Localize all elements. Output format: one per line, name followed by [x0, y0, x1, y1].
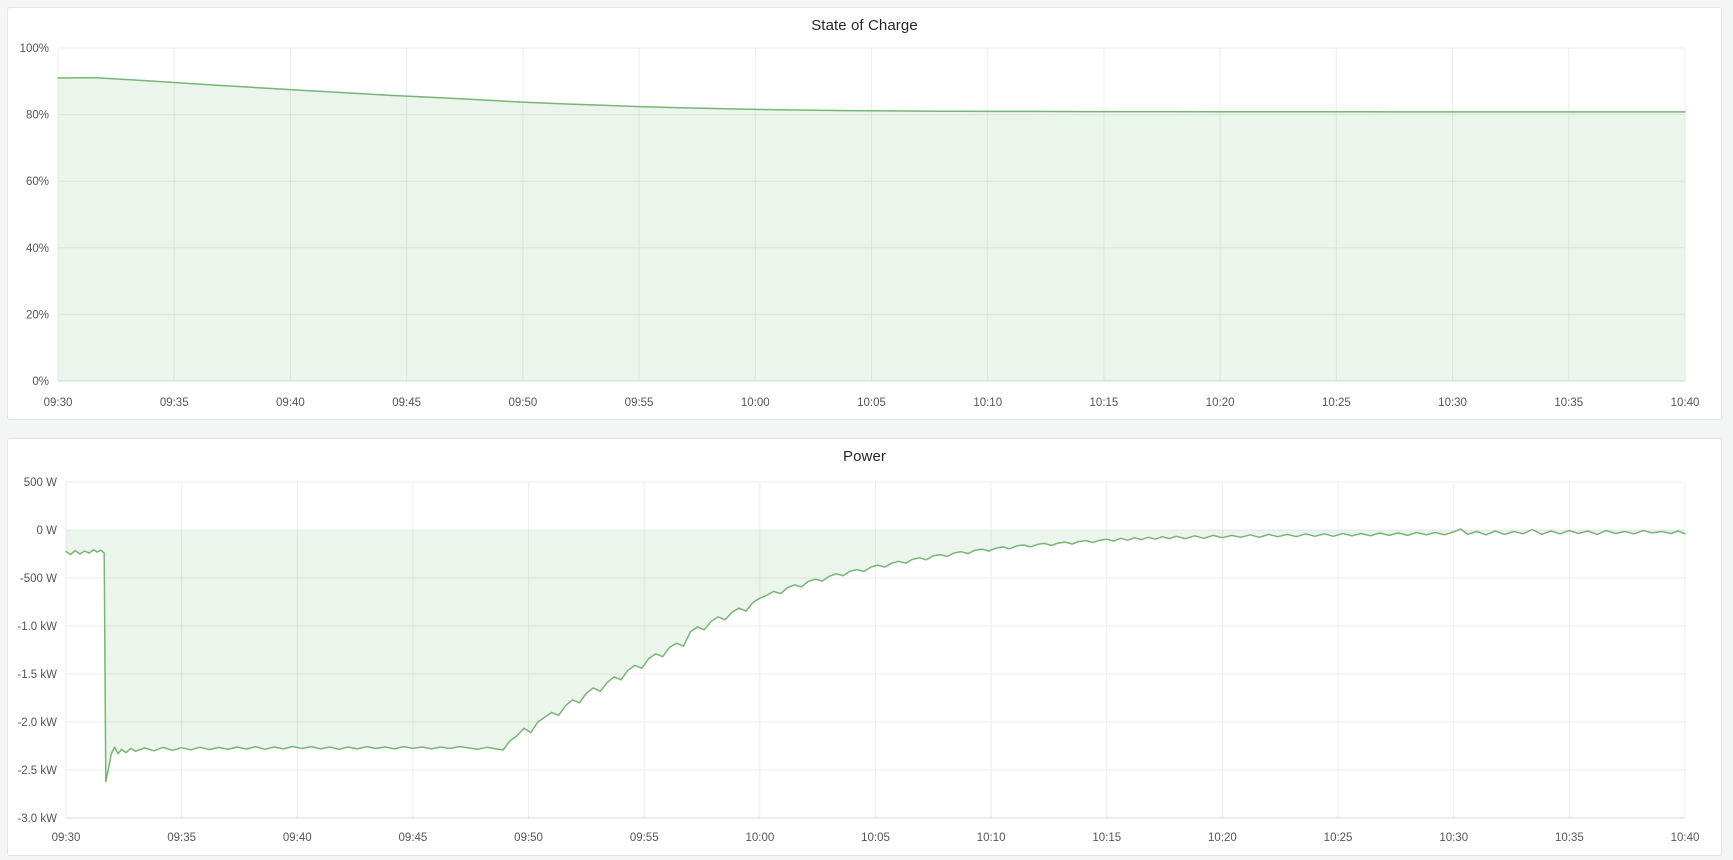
x-axis-labels: 09:30 09:35 09:40 09:45 09:50 09:55 10:00 10:05…: [52, 832, 1700, 844]
x-axis-labels: 09:30 09:35 09:40 09:45 09:50 09:55 10:00 10:05…: [44, 397, 1700, 409]
dashboard: { "page": { "background": "#f4f5f5", "pa…: [0, 0, 1733, 860]
power-chart-canvas[interactable]: 500 W 0 W -500 W -1.0 kW -1.5 kW -2.0 kW -2.5 …: [8, 439, 1721, 855]
x-tick-label: 10:25: [1324, 832, 1353, 844]
x-tick-label: 10:35: [1554, 397, 1583, 409]
x-tick-label: 10:40: [1671, 397, 1700, 409]
y-tick-label: 20%: [26, 309, 49, 321]
series-area: [58, 78, 1685, 381]
y-tick-label: -2.5 kW: [17, 765, 57, 777]
x-tick-label: 09:55: [630, 832, 659, 844]
x-tick-label: 10:40: [1671, 832, 1700, 844]
panel-title-state-of-charge[interactable]: State of Charge: [8, 17, 1721, 34]
y-tick-label: -2.0 kW: [17, 717, 57, 729]
x-tick-label: 09:45: [399, 832, 428, 844]
x-tick-label: 10:20: [1208, 832, 1237, 844]
x-tick-label: 09:30: [52, 832, 81, 844]
x-tick-label: 09:35: [160, 397, 189, 409]
x-tick-label: 10:20: [1206, 397, 1235, 409]
x-tick-label: 10:10: [973, 397, 1002, 409]
y-axis-labels: 500 W 0 W -500 W -1.0 kW -1.5 kW -2.0 kW -2.5 …: [17, 477, 57, 825]
y-tick-label: -1.0 kW: [17, 621, 57, 633]
x-tick-label: 10:10: [977, 832, 1006, 844]
soc-chart-canvas[interactable]: 100%80%60%40%20%0%09:3009:3509:4009:4509…: [8, 8, 1721, 419]
x-tick-label: 10:05: [861, 832, 890, 844]
x-tick-label: 09:50: [508, 397, 537, 409]
x-tick-label: 09:40: [276, 397, 305, 409]
y-tick-label: 80%: [26, 110, 49, 122]
x-tick-label: 10:30: [1439, 832, 1468, 844]
y-tick-label: -500 W: [20, 573, 57, 585]
y-tick-label: 500 W: [24, 477, 57, 489]
x-tick-label: 10:15: [1092, 832, 1121, 844]
x-tick-label: 09:55: [625, 397, 654, 409]
y-tick-label: 0 W: [37, 525, 58, 537]
x-tick-label: 09:35: [167, 832, 196, 844]
x-tick-label: 10:00: [741, 397, 770, 409]
y-tick-label: -1.5 kW: [17, 669, 57, 681]
x-tick-label: 09:45: [392, 397, 421, 409]
x-tick-label: 09:40: [283, 832, 312, 844]
y-axis-labels: 100% 80% 60% 40% 20% 0%: [20, 43, 49, 388]
x-tick-label: 10:35: [1555, 832, 1584, 844]
y-tick-label: -3.0 kW: [17, 813, 57, 825]
x-tick-label: 10:25: [1322, 397, 1351, 409]
x-tick-label: 09:50: [514, 832, 543, 844]
panel-state-of-charge: State of Charge 100%80%60%40%20%0%09:300…: [7, 7, 1722, 420]
y-tick-label: 40%: [26, 243, 49, 255]
x-tick-label: 10:30: [1438, 397, 1467, 409]
x-tick-label: 10:00: [745, 832, 774, 844]
panel-title-power[interactable]: Power: [8, 448, 1721, 465]
y-tick-label: 60%: [26, 176, 49, 188]
x-tick-label: 09:30: [44, 397, 73, 409]
y-tick-label: 100%: [20, 43, 49, 55]
y-tick-label: 0%: [32, 376, 49, 388]
x-tick-label: 10:15: [1090, 397, 1119, 409]
x-tick-label: 10:05: [857, 397, 886, 409]
panel-power: Power 500 W 0 W -500 W -1.0 kW -1.5 kW -2.0 k…: [7, 438, 1722, 856]
